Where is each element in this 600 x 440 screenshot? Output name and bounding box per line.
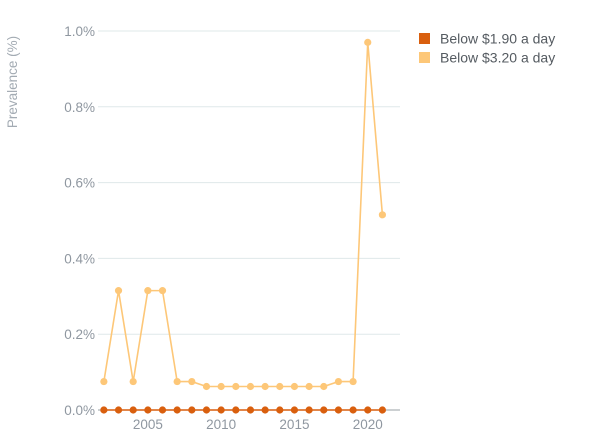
data-point[interactable]: [202, 406, 211, 414]
data-point[interactable]: [349, 377, 357, 386]
data-point[interactable]: [158, 406, 167, 414]
data-point[interactable]: [188, 377, 196, 386]
y-axis-tick-labels: 0.0% 0.2% 0.4% 0.6% 0.8% 1.0%: [64, 24, 95, 418]
x-tick-label: 2015: [279, 417, 309, 432]
legend-swatch: [419, 33, 430, 44]
series-0: [100, 406, 387, 414]
data-point[interactable]: [364, 38, 372, 46]
data-point[interactable]: [217, 382, 225, 391]
series-layer: [100, 38, 387, 414]
data-point[interactable]: [320, 382, 328, 391]
x-axis-tick-labels: 2005 2010 2015 2020: [133, 417, 383, 432]
y-tick-label: 0.4%: [64, 251, 95, 266]
y-tick-label: 0.6%: [64, 176, 95, 191]
data-point[interactable]: [100, 406, 108, 414]
data-point[interactable]: [305, 406, 313, 414]
data-point[interactable]: [378, 211, 387, 219]
data-point[interactable]: [188, 406, 196, 414]
data-point[interactable]: [246, 406, 255, 414]
data-point[interactable]: [305, 382, 313, 391]
data-point[interactable]: [261, 406, 269, 414]
data-point[interactable]: [202, 382, 211, 391]
data-point[interactable]: [158, 287, 167, 295]
data-point[interactable]: [364, 406, 372, 414]
data-point[interactable]: [261, 382, 269, 391]
x-tick-label: 2005: [133, 417, 163, 432]
data-point[interactable]: [173, 377, 181, 386]
data-point[interactable]: [349, 406, 357, 414]
data-point[interactable]: [246, 382, 255, 391]
prevalence-line-chart: 0.0% 0.2% 0.4% 0.6% 0.8% 1.0% 2005 2010 2015 202…: [5, 24, 555, 432]
legend-swatch: [419, 52, 430, 63]
data-point[interactable]: [334, 377, 343, 386]
y-axis-title: Prevalence (%): [5, 36, 20, 128]
data-point[interactable]: [173, 406, 181, 414]
y-tick-label: 1.0%: [64, 24, 95, 39]
data-point[interactable]: [378, 406, 387, 414]
data-point[interactable]: [114, 406, 123, 414]
data-point[interactable]: [129, 406, 137, 414]
data-point[interactable]: [144, 287, 152, 295]
data-point[interactable]: [290, 406, 299, 414]
data-point[interactable]: [320, 406, 328, 414]
data-point[interactable]: [334, 406, 343, 414]
series-line: [103, 41, 384, 388]
data-point[interactable]: [232, 406, 240, 414]
data-point[interactable]: [114, 287, 123, 295]
data-point[interactable]: [276, 382, 284, 391]
legend-label[interactable]: Below $3.20 a day: [440, 50, 555, 66]
x-tick-label: 2020: [353, 417, 383, 432]
data-point[interactable]: [276, 406, 284, 414]
data-point[interactable]: [217, 406, 225, 414]
data-point[interactable]: [290, 382, 299, 391]
x-tick-label: 2010: [206, 417, 236, 432]
y-tick-label: 0.2%: [64, 327, 95, 342]
y-tick-label: 0.8%: [64, 100, 95, 115]
data-point[interactable]: [100, 377, 108, 386]
legend-label[interactable]: Below $1.90 a day: [440, 31, 555, 47]
series-1: [100, 38, 387, 391]
legend: Below $1.90 a day Below $3.20 a day: [419, 31, 555, 66]
data-point[interactable]: [232, 382, 240, 391]
data-point[interactable]: [144, 406, 152, 414]
y-tick-label: 0.0%: [64, 403, 95, 418]
data-point[interactable]: [129, 377, 137, 386]
